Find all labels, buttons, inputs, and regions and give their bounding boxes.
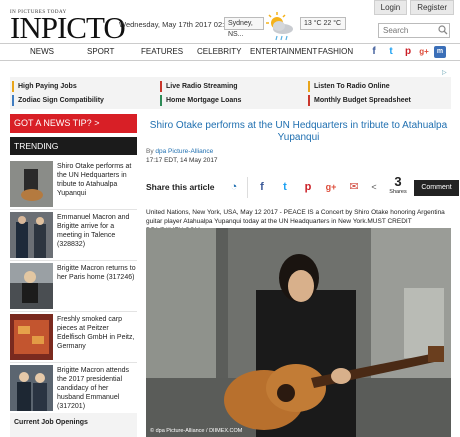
- temperature-readout[interactable]: 13 °C 22 °C: [300, 17, 346, 30]
- sun-rain-icon: [266, 12, 293, 41]
- ad-link[interactable]: Live Radio Streaming: [160, 81, 238, 92]
- trending-title[interactable]: Freshly smoked carp pieces at Peitzer Ed…: [57, 315, 137, 351]
- share-label: Share this article: [146, 182, 215, 192]
- byline: By dpa Picture-Alliance: [146, 148, 213, 155]
- search-icon[interactable]: [438, 25, 448, 35]
- trending-thumbnail[interactable]: [10, 212, 53, 258]
- ad-link[interactable]: High Paying Jobs: [12, 81, 77, 92]
- article-title: Shiro Otake performs at the UN Hedquarte…: [149, 120, 448, 143]
- trending-title[interactable]: Shiro Otake performs at the UN Hedquarte…: [57, 162, 137, 198]
- email-share-icon[interactable]: ✉: [346, 179, 362, 195]
- nav-news[interactable]: NEWS: [30, 47, 54, 56]
- googleplus-share-icon[interactable]: g+: [323, 179, 339, 195]
- trending-item[interactable]: Freshly smoked carp pieces at Peitzer Ed…: [10, 312, 137, 363]
- sponsored-links: High Paying Jobs Live Radio Streaming Li…: [10, 77, 451, 109]
- site-logo[interactable]: INPICTO: [10, 12, 126, 43]
- byline-prefix: By: [146, 148, 154, 155]
- trending-thumbnail[interactable]: [10, 365, 53, 411]
- article-datetime: 17:17 EDT, 14 May 2017: [146, 157, 218, 164]
- ad-link[interactable]: Home Mortgage Loans: [160, 95, 241, 106]
- trending-item[interactable]: Brigitte Macron attends the 2017 preside…: [10, 363, 137, 414]
- share-count: 3 Shares: [386, 174, 410, 196]
- email-icon[interactable]: m: [434, 46, 446, 58]
- trending-heading: TRENDING: [10, 137, 137, 155]
- nav-fashion[interactable]: FASHION: [318, 47, 353, 56]
- adchoices-icon[interactable]: ▷: [442, 69, 450, 76]
- pinterest-icon[interactable]: p: [402, 46, 414, 58]
- trending-item[interactable]: Emmanuel Macron and Brigitte arrive for …: [10, 210, 137, 261]
- pinterest-share-icon[interactable]: p: [300, 179, 316, 195]
- trending-title[interactable]: Brigitte Macron returns to her Paris hom…: [57, 264, 137, 282]
- share-icon[interactable]: ◔: [226, 179, 242, 195]
- trending-item[interactable]: Brigitte Macron returns to her Paris hom…: [10, 261, 137, 312]
- ad-link[interactable]: Monthly Budget Spreadsheet: [308, 95, 411, 106]
- trending-item[interactable]: Shiro Otake performs at the UN Hedquarte…: [10, 159, 137, 210]
- job-openings-link[interactable]: Current Job Openings: [10, 413, 137, 437]
- nav-sport[interactable]: SPORT: [87, 47, 114, 56]
- share-count-number: 3: [394, 174, 402, 189]
- main-nav: NEWS SPORT FEATURES CELEBRITY ENTERTAINM…: [0, 43, 460, 61]
- twitter-icon[interactable]: t: [385, 46, 397, 58]
- header: IN PICTURES TODAY INPICTO Wednesday, May…: [0, 8, 460, 46]
- twitter-share-icon[interactable]: t: [277, 179, 293, 195]
- googleplus-icon[interactable]: g+: [418, 46, 430, 58]
- musician-photo: [146, 228, 451, 437]
- trending-title[interactable]: Brigitte Macron attends the 2017 preside…: [57, 366, 137, 411]
- trending-thumbnail[interactable]: [10, 161, 53, 207]
- trending-thumbnail[interactable]: [10, 263, 53, 309]
- divider: [247, 177, 248, 198]
- comment-button[interactable]: Comment: [414, 180, 459, 196]
- share-bar: Share this article ◔ f t p g+ ✉ < 3 Shar…: [146, 174, 459, 200]
- article-photo[interactable]: © dpa Picture-Alliance / DIIMEX.COM: [146, 228, 451, 437]
- nav-entertainment[interactable]: ENTERTAINMENT: [250, 47, 317, 56]
- trending-title[interactable]: Emmanuel Macron and Brigitte arrive for …: [57, 213, 137, 249]
- page: Login Register IN PICTURES TODAY INPICTO…: [0, 0, 460, 437]
- nav-celebrity[interactable]: CELEBRITY: [197, 47, 241, 56]
- ad-link[interactable]: Listen To Radio Online: [308, 81, 390, 92]
- ad-link[interactable]: Zodiac Sign Compatibility: [12, 95, 104, 106]
- share-count-label: Shares: [389, 189, 407, 195]
- facebook-share-icon[interactable]: f: [254, 179, 270, 195]
- more-share-icon[interactable]: <: [366, 179, 382, 195]
- location-select[interactable]: Sydney, NS...: [224, 17, 264, 38]
- trending-thumbnail[interactable]: [10, 314, 53, 360]
- facebook-icon[interactable]: f: [368, 46, 380, 58]
- photo-caption: © dpa Picture-Alliance / DIIMEX.COM: [150, 428, 243, 434]
- nav-features[interactable]: FEATURES: [141, 47, 183, 56]
- news-tip-banner[interactable]: GOT A NEWS TIP? > CONTACT US: [10, 114, 137, 147]
- byline-source[interactable]: dpa Picture-Alliance: [155, 148, 213, 155]
